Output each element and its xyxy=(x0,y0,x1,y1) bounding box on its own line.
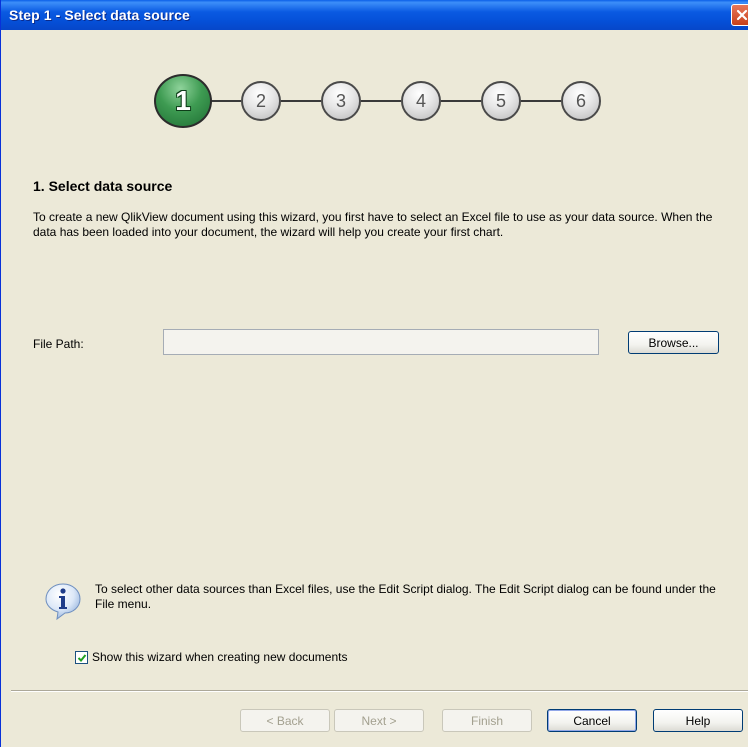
wizard-dialog: Step 1 - Select data source 1 2 3 4 5 6 xyxy=(0,0,748,747)
step-connector xyxy=(211,100,241,102)
checkmark-icon xyxy=(77,653,87,662)
step-number: 5 xyxy=(495,90,506,111)
info-message: To select other data sources than Excel … xyxy=(95,582,716,611)
step-number: 2 xyxy=(255,90,266,111)
step-1-circle: 1 xyxy=(154,74,212,128)
step-number: 1 xyxy=(175,85,191,116)
step-description: To create a new QlikView document using … xyxy=(33,210,713,239)
info-icon xyxy=(45,583,81,621)
close-icon xyxy=(736,9,748,21)
next-button[interactable]: Next > xyxy=(334,709,424,732)
show-wizard-label: Show this wizard when creating new docum… xyxy=(92,650,348,664)
show-wizard-option[interactable]: Show this wizard when creating new docum… xyxy=(75,650,347,664)
close-button[interactable] xyxy=(731,4,748,26)
step-heading: 1. Select data source xyxy=(33,178,173,194)
back-button[interactable]: < Back xyxy=(240,709,330,732)
show-wizard-checkbox[interactable] xyxy=(75,650,88,664)
step-5-circle: 5 xyxy=(481,81,521,121)
browse-button[interactable]: Browse... xyxy=(628,331,719,354)
footer-divider xyxy=(11,690,748,692)
help-button[interactable]: Help xyxy=(653,709,743,732)
cancel-button[interactable]: Cancel xyxy=(547,709,637,732)
step-6-circle: 6 xyxy=(561,81,601,121)
file-path-label: File Path: xyxy=(33,337,84,351)
window-title: Step 1 - Select data source xyxy=(9,7,190,23)
finish-button[interactable]: Finish xyxy=(442,709,532,732)
step-2-circle: 2 xyxy=(241,81,281,121)
step-number: 4 xyxy=(415,90,426,111)
step-number: 3 xyxy=(335,90,346,111)
step-connector xyxy=(521,100,561,102)
step-number: 6 xyxy=(575,90,586,111)
step-3-circle: 3 xyxy=(321,81,361,121)
step-indicator: 1 2 3 4 5 6 xyxy=(151,74,611,130)
step-4-circle: 4 xyxy=(401,81,441,121)
step-connector xyxy=(361,100,401,102)
title-bar[interactable]: Step 1 - Select data source xyxy=(1,0,748,30)
step-connector xyxy=(441,100,481,102)
step-connector xyxy=(281,100,321,102)
file-path-input[interactable] xyxy=(163,329,599,355)
